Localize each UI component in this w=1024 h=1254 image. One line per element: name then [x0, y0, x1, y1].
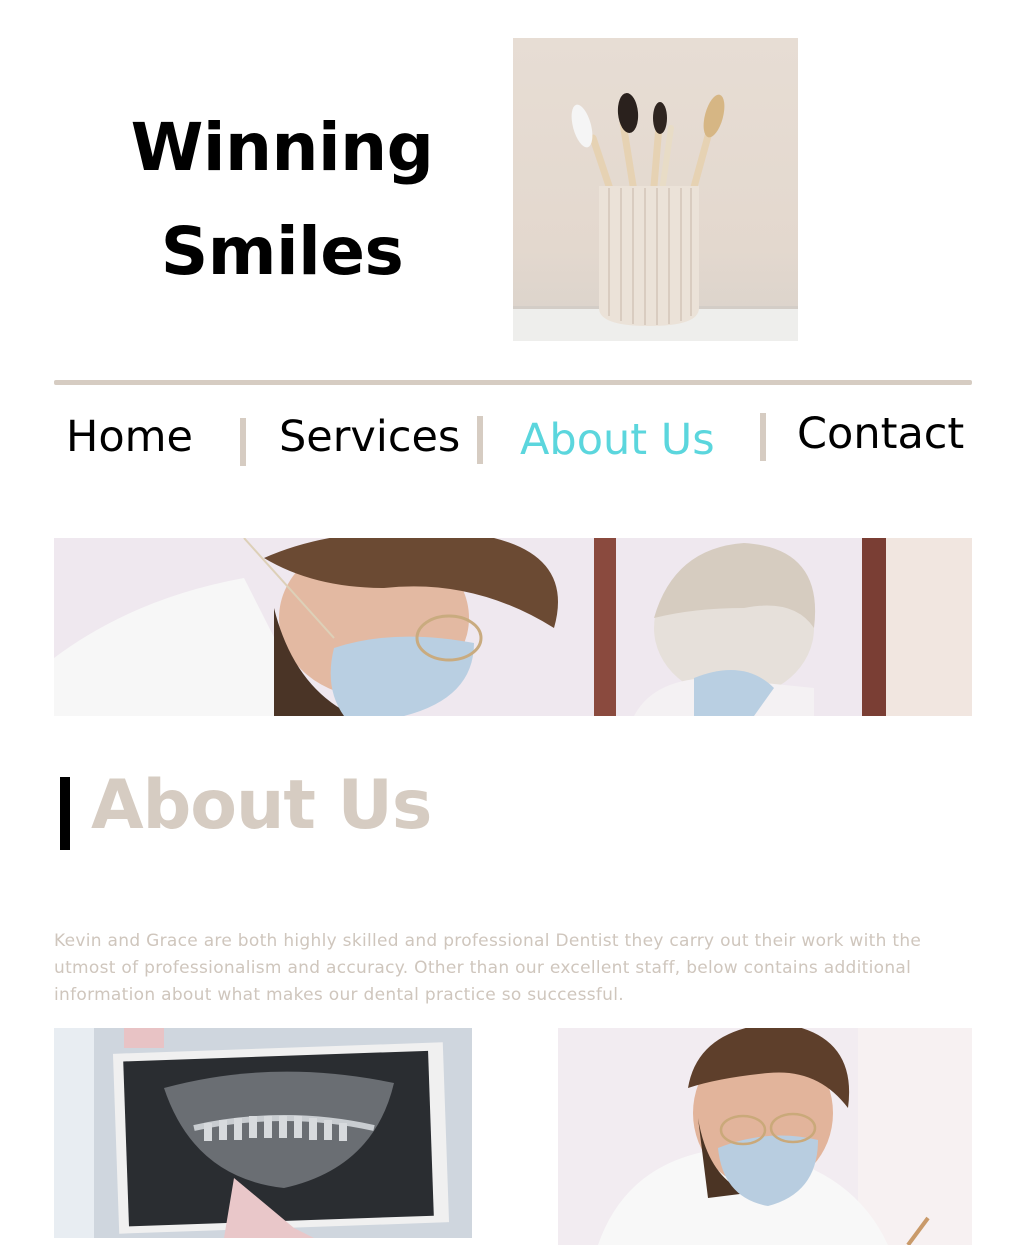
dentist-at-work-photo	[558, 1028, 972, 1245]
about-us-heading: About Us	[91, 766, 432, 845]
dental-xray-photo	[54, 1028, 472, 1238]
nav-item-services[interactable]: Services	[279, 412, 460, 462]
about-us-description: Kevin and Grace are both highly skilled …	[54, 931, 922, 1005]
nav-item-contact[interactable]: Contact	[797, 409, 964, 459]
nav-item-home[interactable]: Home	[66, 412, 193, 462]
header-divider	[54, 380, 972, 385]
nav-separator	[240, 418, 246, 466]
section-heading-bar	[60, 777, 70, 850]
nav-separator	[477, 416, 483, 464]
nav-separator	[760, 413, 766, 461]
dentist-banner-photo	[54, 538, 972, 716]
nav-item-about-us[interactable]: About Us	[520, 415, 715, 465]
site-title-line1: Winning	[130, 109, 434, 186]
site-title-line2: Smiles	[160, 213, 404, 290]
toothbrush-cup-photo	[513, 38, 798, 341]
site-title: Winning Smiles	[92, 96, 472, 304]
